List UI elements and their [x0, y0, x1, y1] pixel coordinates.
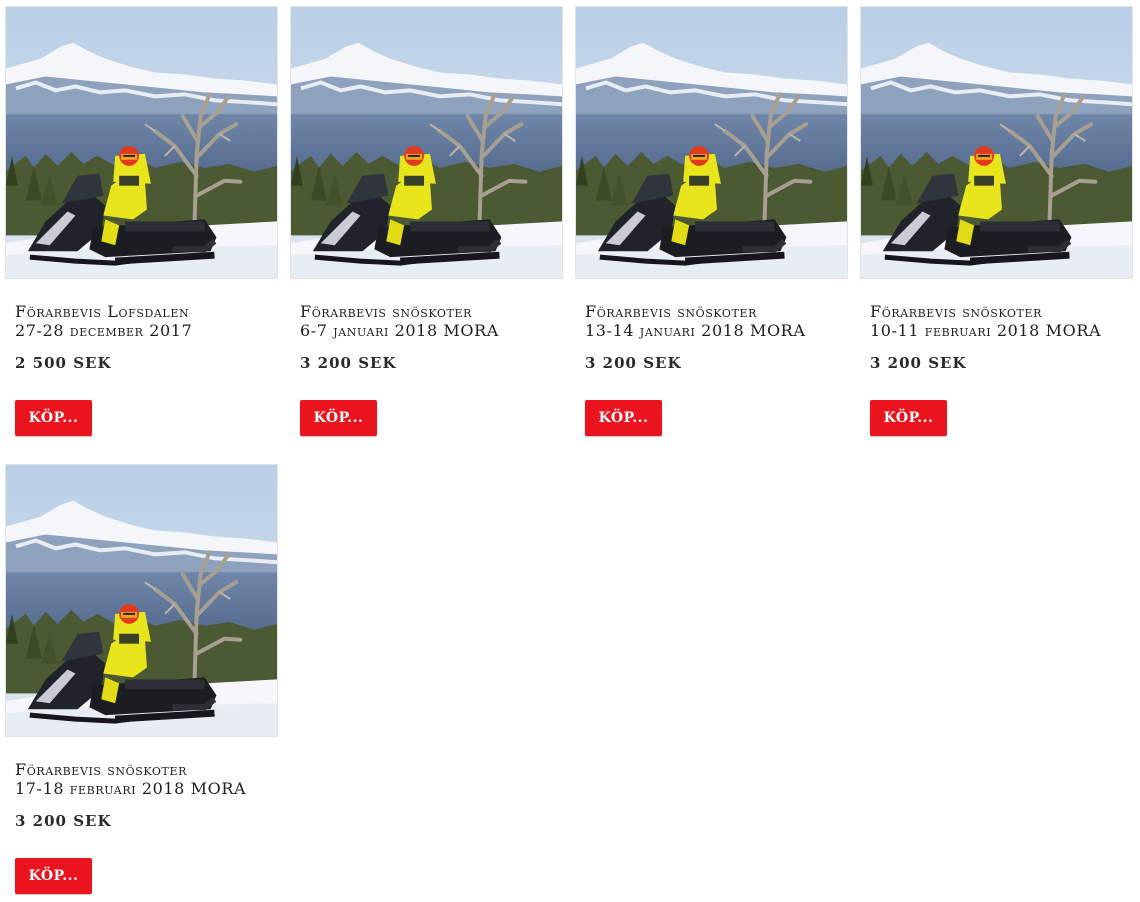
product-title-line1: Förarbevis snöskoter — [870, 302, 1042, 321]
product-price: 3 200 SEK — [15, 812, 112, 830]
product-title[interactable]: Förarbevis snöskoter 10-11 februari 2018… — [870, 302, 1140, 340]
product-price: 3 200 SEK — [585, 354, 682, 372]
product-title[interactable]: Förarbevis snöskoter 6-7 januari 2018 MO… — [300, 302, 570, 340]
product-image — [6, 7, 277, 278]
product-price: 3 200 SEK — [870, 354, 967, 372]
product-card: Förarbevis Lofsdalen 27-28 december 2017… — [5, 6, 278, 436]
product-image-link[interactable] — [290, 6, 563, 279]
product-card: Förarbevis snöskoter 17-18 februari 2018… — [5, 464, 278, 894]
product-title-line2: 27-28 december 2017 — [15, 321, 193, 340]
buy-button[interactable]: KÖP... — [15, 858, 92, 894]
product-image — [6, 465, 277, 736]
buy-button[interactable]: KÖP... — [585, 400, 662, 436]
product-image-link[interactable] — [575, 6, 848, 279]
product-title-line2: 6-7 januari 2018 MORA — [300, 321, 499, 340]
product-price: 3 200 SEK — [300, 354, 397, 372]
buy-button[interactable]: KÖP... — [15, 400, 92, 436]
product-image-link[interactable] — [5, 6, 278, 279]
buy-button[interactable]: KÖP... — [870, 400, 947, 436]
product-title-line2: 13-14 januari 2018 MORA — [585, 321, 806, 340]
product-title-line1: Förarbevis snöskoter — [300, 302, 472, 321]
product-title-line2: 17-18 februari 2018 MORA — [15, 779, 247, 798]
product-image — [291, 7, 562, 278]
product-image — [861, 7, 1132, 278]
product-card: Förarbevis snöskoter 13-14 januari 2018 … — [575, 6, 848, 436]
product-image-link[interactable] — [5, 464, 278, 737]
product-title[interactable]: Förarbevis snöskoter 13-14 januari 2018 … — [585, 302, 855, 340]
product-title-line2: 10-11 februari 2018 MORA — [870, 321, 1102, 340]
product-card: Förarbevis snöskoter 6-7 januari 2018 MO… — [290, 6, 563, 436]
product-title-line1: Förarbevis snöskoter — [15, 760, 187, 779]
product-card: Förarbevis snöskoter 10-11 februari 2018… — [860, 6, 1133, 436]
product-title[interactable]: Förarbevis snöskoter 17-18 februari 2018… — [15, 760, 285, 798]
buy-button[interactable]: KÖP... — [300, 400, 377, 436]
product-title[interactable]: Förarbevis Lofsdalen 27-28 december 2017 — [15, 302, 285, 340]
product-title-line1: Förarbevis snöskoter — [585, 302, 757, 321]
product-title-line1: Förarbevis Lofsdalen — [15, 302, 190, 321]
product-price: 2 500 SEK — [15, 354, 112, 372]
product-image — [576, 7, 847, 278]
product-image-link[interactable] — [860, 6, 1133, 279]
